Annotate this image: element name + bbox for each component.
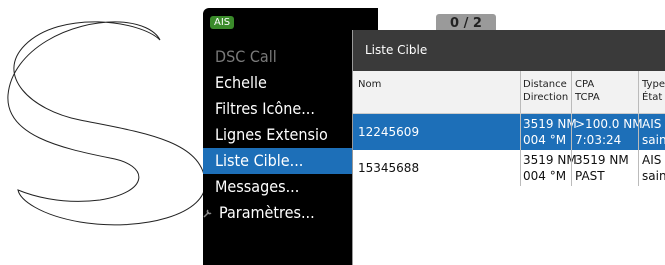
cell-cpa-value: >100.0 NM <box>575 117 643 131</box>
cell-name: 12245609 <box>358 125 420 139</box>
menu-item-parametres[interactable]: Paramètres... <box>203 200 363 226</box>
cell-direction-value: 004 °M <box>523 169 567 183</box>
target-list-title: Liste Cible <box>353 30 665 71</box>
cell-cpa-value: 3519 NM <box>575 153 629 167</box>
cell-type-value: AIS <box>642 117 662 131</box>
column-divider <box>520 150 521 186</box>
header-cpa-label: CPA <box>575 79 595 90</box>
cell-distance: 3519 NM 004 °M <box>523 152 577 184</box>
table-row[interactable]: 12245609 3519 NM 004 °M >100.0 NM 7:03:24 … <box>353 114 665 150</box>
menu-item-lignes-extension[interactable]: Lignes Extensio <box>203 122 363 148</box>
column-divider <box>638 71 639 113</box>
header-type[interactable]: Type État <box>642 78 665 104</box>
wrench-icon <box>203 209 212 218</box>
cell-etat-value: sain <box>642 133 665 147</box>
cell-direction-value: 004 °M <box>523 133 567 147</box>
menu-item-messages[interactable]: Messages... <box>203 174 363 200</box>
cell-type-value: AIS <box>642 153 662 167</box>
column-divider <box>571 114 572 150</box>
column-divider <box>571 150 572 186</box>
table-header: Nom Distance Direction CPA TCPA Type Éta… <box>353 71 665 114</box>
header-etat-label: État <box>642 92 663 103</box>
column-divider <box>571 71 572 113</box>
cell-distance: 3519 NM 004 °M <box>523 116 577 148</box>
menu-item-filtres-icone[interactable]: Filtres Icône... <box>203 96 363 122</box>
cell-distance-value: 3519 NM <box>523 117 577 131</box>
menu-item-liste-cible[interactable]: Liste Cible... <box>203 148 363 174</box>
header-nom[interactable]: Nom <box>358 78 381 91</box>
cell-tcpa-value: PAST <box>575 169 605 183</box>
menu-item-echelle[interactable]: Echelle <box>203 70 363 96</box>
table-row[interactable]: 15345688 3519 NM 004 °M 3519 NM PAST AIS sa… <box>353 150 665 186</box>
cell-cpa: 3519 NM PAST <box>575 152 629 184</box>
cell-type: AIS sain <box>642 152 665 184</box>
cell-tcpa-value: 7:03:24 <box>575 133 622 147</box>
header-type-label: Type <box>642 79 665 90</box>
target-list-window: Liste Cible Nom Distance Direction CPA T… <box>352 30 665 265</box>
menu-item-dsc-call: DSC Call <box>215 47 277 66</box>
column-divider <box>638 150 639 186</box>
column-divider <box>520 71 521 113</box>
column-divider <box>638 114 639 150</box>
cell-distance-value: 3519 NM <box>523 153 577 167</box>
column-divider <box>520 114 521 150</box>
ais-menu: DSC Call Echelle Filtres Icône... Lignes… <box>203 44 363 226</box>
cell-name: 15345688 <box>358 161 420 175</box>
header-tcpa-label: TCPA <box>575 92 600 103</box>
ais-badge: AIS <box>210 16 235 29</box>
header-distance[interactable]: Distance Direction <box>523 78 568 104</box>
header-direction-label: Direction <box>523 92 569 103</box>
cell-type: AIS sain <box>642 116 665 148</box>
menu-item-parametres-label: Paramètres... <box>219 203 315 222</box>
header-distance-label: Distance <box>523 79 567 90</box>
cell-cpa: >100.0 NM 7:03:24 <box>575 116 643 148</box>
cell-etat-value: sain <box>642 169 665 183</box>
header-cpa[interactable]: CPA TCPA <box>575 78 600 104</box>
